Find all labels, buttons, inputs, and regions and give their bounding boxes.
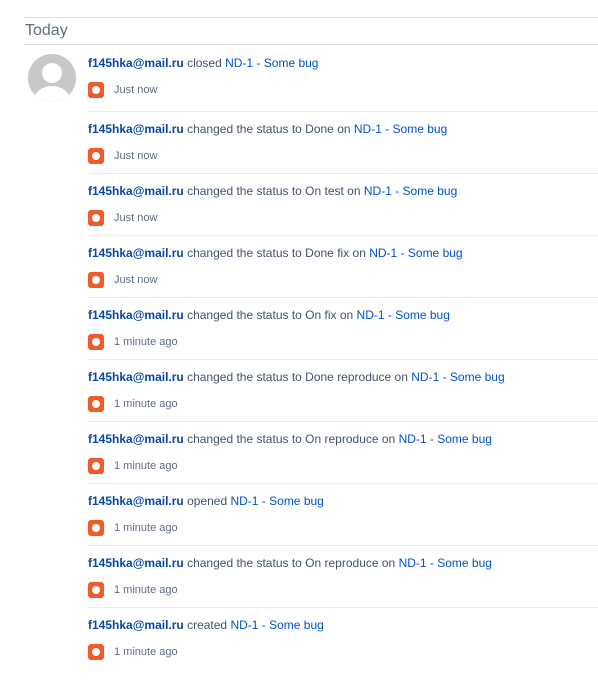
default-user-avatar-icon xyxy=(28,54,76,102)
activity-timestamp: 1 minute ago xyxy=(114,460,178,472)
activity-timestamp: Just now xyxy=(114,212,158,224)
user-link[interactable]: f145hka@mail.ru xyxy=(88,246,184,260)
issue-link[interactable]: ND-1 - Some bug xyxy=(230,494,323,508)
issue-link[interactable]: ND-1 - Some bug xyxy=(225,56,318,70)
user-link[interactable]: f145hka@mail.ru xyxy=(88,432,184,446)
activity-entry: f145hka@mail.ru changed the status to On… xyxy=(88,546,598,608)
app-circle-icon xyxy=(88,82,104,98)
activity-text: f145hka@mail.ru changed the status to On… xyxy=(88,555,598,571)
activity-text: f145hka@mail.ru opened ND-1 - Some bug xyxy=(88,493,598,509)
activity-meta: 1 minute ago xyxy=(88,644,598,660)
issue-link[interactable]: ND-1 - Some bug xyxy=(399,556,492,570)
activity-entry: f145hka@mail.ru created ND-1 - Some bug … xyxy=(88,608,598,670)
day-group-header: Today xyxy=(24,17,598,45)
activity-action: opened xyxy=(183,494,231,508)
activity-action: closed xyxy=(183,56,226,70)
activity-text: f145hka@mail.ru changed the status to On… xyxy=(88,307,598,323)
activity-entries: f145hka@mail.ru closed ND-1 - Some bug J… xyxy=(24,45,598,670)
activity-timestamp: 1 minute ago xyxy=(114,522,178,534)
activity-text: f145hka@mail.ru changed the status to On… xyxy=(88,183,598,199)
activity-meta: 1 minute ago xyxy=(88,520,598,536)
activity-action: created xyxy=(183,618,231,632)
activity-entry: f145hka@mail.ru changed the status to Do… xyxy=(88,112,598,174)
activity-action: changed the status to Done reproduce on xyxy=(183,370,412,384)
issue-link[interactable]: ND-1 - Some bug xyxy=(369,246,462,260)
activity-entry: f145hka@mail.ru changed the status to Do… xyxy=(88,360,598,422)
activity-action: changed the status to Done on xyxy=(183,122,354,136)
activity-entry: f145hka@mail.ru changed the status to On… xyxy=(88,298,598,360)
activity-meta: 1 minute ago xyxy=(88,458,598,474)
activity-meta: 1 minute ago xyxy=(88,396,598,412)
user-avatar[interactable] xyxy=(28,54,76,102)
activity-timestamp: 1 minute ago xyxy=(114,646,178,658)
activity-text: f145hka@mail.ru changed the status to Do… xyxy=(88,121,598,137)
activity-action: changed the status to On reproduce on xyxy=(183,556,399,570)
user-link[interactable]: f145hka@mail.ru xyxy=(88,184,184,198)
app-circle-icon xyxy=(88,582,104,598)
app-circle-icon xyxy=(88,148,104,164)
activity-entry: f145hka@mail.ru changed the status to On… xyxy=(88,174,598,236)
activity-timestamp: Just now xyxy=(114,84,158,96)
issue-link[interactable]: ND-1 - Some bug xyxy=(399,432,492,446)
activity-meta: Just now xyxy=(88,148,598,164)
app-circle-icon xyxy=(88,520,104,536)
user-link[interactable]: f145hka@mail.ru xyxy=(88,370,184,384)
issue-link[interactable]: ND-1 - Some bug xyxy=(357,308,450,322)
activity-action: changed the status to On fix on xyxy=(183,308,357,322)
app-circle-icon xyxy=(88,458,104,474)
app-circle-icon xyxy=(88,334,104,350)
app-circle-icon xyxy=(88,210,104,226)
activity-action: changed the status to On reproduce on xyxy=(183,432,399,446)
activity-entry: f145hka@mail.ru closed ND-1 - Some bug J… xyxy=(88,45,598,112)
user-link[interactable]: f145hka@mail.ru xyxy=(88,308,184,322)
issue-link[interactable]: ND-1 - Some bug xyxy=(230,618,323,632)
activity-entry: f145hka@mail.ru changed the status to Do… xyxy=(88,236,598,298)
issue-link[interactable]: ND-1 - Some bug xyxy=(364,184,457,198)
activity-entry: f145hka@mail.ru opened ND-1 - Some bug 1… xyxy=(88,484,598,546)
user-link[interactable]: f145hka@mail.ru xyxy=(88,122,184,136)
activity-action: changed the status to On test on xyxy=(183,184,364,198)
activity-action: changed the status to Done fix on xyxy=(183,246,370,260)
activity-meta: 1 minute ago xyxy=(88,334,598,350)
activity-text: f145hka@mail.ru changed the status to On… xyxy=(88,431,598,447)
activity-text: f145hka@mail.ru closed ND-1 - Some bug xyxy=(88,55,598,71)
activity-meta: Just now xyxy=(88,272,598,288)
activity-entry: f145hka@mail.ru changed the status to On… xyxy=(88,422,598,484)
activity-timestamp: 1 minute ago xyxy=(114,584,178,596)
activity-text: f145hka@mail.ru changed the status to Do… xyxy=(88,245,598,261)
activity-text: f145hka@mail.ru created ND-1 - Some bug xyxy=(88,617,598,633)
issue-link[interactable]: ND-1 - Some bug xyxy=(411,370,504,384)
activity-timestamp: Just now xyxy=(114,274,158,286)
activity-timestamp: Just now xyxy=(114,150,158,162)
activity-text: f145hka@mail.ru changed the status to Do… xyxy=(88,369,598,385)
app-circle-icon xyxy=(88,272,104,288)
user-link[interactable]: f145hka@mail.ru xyxy=(88,56,184,70)
activity-stream: Today f145hka@mail.ru closed ND-1 - Some… xyxy=(24,17,598,670)
activity-meta: 1 minute ago xyxy=(88,582,598,598)
activity-timestamp: 1 minute ago xyxy=(114,336,178,348)
user-link[interactable]: f145hka@mail.ru xyxy=(88,618,184,632)
issue-link[interactable]: ND-1 - Some bug xyxy=(354,122,447,136)
activity-timestamp: 1 minute ago xyxy=(114,398,178,410)
activity-meta: Just now xyxy=(88,82,598,98)
user-link[interactable]: f145hka@mail.ru xyxy=(88,494,184,508)
user-link[interactable]: f145hka@mail.ru xyxy=(88,556,184,570)
app-circle-icon xyxy=(88,396,104,412)
activity-meta: Just now xyxy=(88,210,598,226)
app-circle-icon xyxy=(88,644,104,660)
